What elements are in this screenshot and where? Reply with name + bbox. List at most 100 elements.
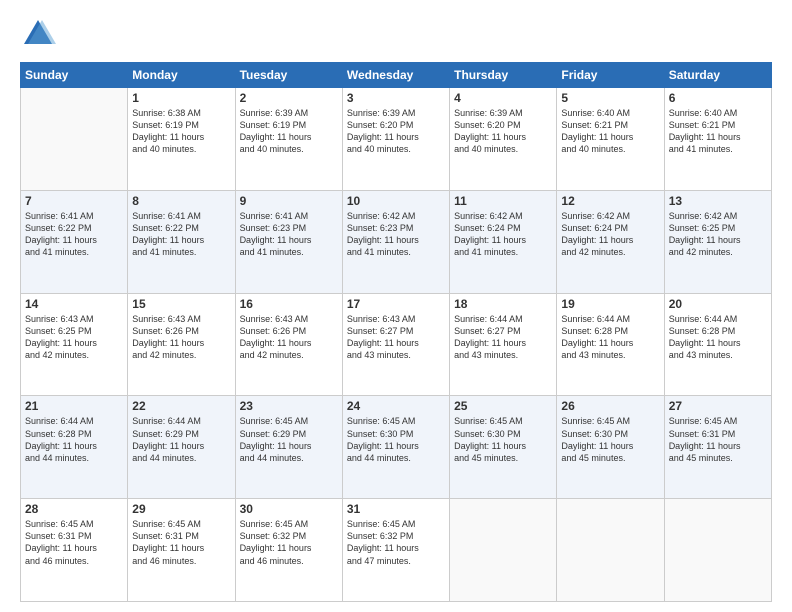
cell-info: Sunrise: 6:43 AMSunset: 6:26 PMDaylight:… [240,313,338,362]
day-number: 5 [561,91,659,105]
calendar-cell: 31Sunrise: 6:45 AMSunset: 6:32 PMDayligh… [342,499,449,602]
day-number: 7 [25,194,123,208]
cell-info: Sunrise: 6:44 AMSunset: 6:27 PMDaylight:… [454,313,552,362]
cell-info: Sunrise: 6:43 AMSunset: 6:27 PMDaylight:… [347,313,445,362]
cell-info: Sunrise: 6:42 AMSunset: 6:23 PMDaylight:… [347,210,445,259]
calendar-cell [664,499,771,602]
calendar-cell: 18 Sunrise: 6:44 AMSunset: 6:27 PMDayligh… [450,293,557,396]
cell-info: Sunrise: 6:45 AMSunset: 6:31 PMDaylight:… [669,415,767,464]
day-number: 26 [561,399,659,413]
day-number: 27 [669,399,767,413]
weekday-header-saturday: Saturday [664,63,771,88]
cell-info: Sunrise: 6:43 AMSunset: 6:26 PMDaylight:… [132,313,230,362]
day-number: 1 [132,91,230,105]
calendar-table: SundayMondayTuesdayWednesdayThursdayFrid… [20,62,772,602]
calendar-cell: 13 Sunrise: 6:42 AMSunset: 6:25 PMDayligh… [664,190,771,293]
day-number: 21 [25,399,123,413]
calendar-cell: 1Sunrise: 6:38 AMSunset: 6:19 PMDaylight… [128,88,235,191]
weekday-header-sunday: Sunday [21,63,128,88]
cell-info: Sunrise: 6:45 AMSunset: 6:29 PMDaylight:… [240,415,338,464]
calendar-cell: 26 Sunrise: 6:45 AMSunset: 6:30 PMDayligh… [557,396,664,499]
day-number: 13 [669,194,767,208]
day-number: 29 [132,502,230,516]
calendar-cell: 15 Sunrise: 6:43 AMSunset: 6:26 PMDayligh… [128,293,235,396]
day-number: 4 [454,91,552,105]
calendar-cell: 14Sunrise: 6:43 AMSunset: 6:25 PMDayligh… [21,293,128,396]
day-number: 11 [454,194,552,208]
header [20,16,772,52]
calendar-cell: 10 Sunrise: 6:42 AMSunset: 6:23 PMDayligh… [342,190,449,293]
cell-info: Sunrise: 6:41 AMSunset: 6:22 PMDaylight:… [132,210,230,259]
calendar-week-row: 14Sunrise: 6:43 AMSunset: 6:25 PMDayligh… [21,293,772,396]
day-number: 22 [132,399,230,413]
calendar-cell: 21 Sunrise: 6:44 AMSunset: 6:28 PMDayligh… [21,396,128,499]
calendar-cell: 9Sunrise: 6:41 AMSunset: 6:23 PMDaylight… [235,190,342,293]
weekday-header-row: SundayMondayTuesdayWednesdayThursdayFrid… [21,63,772,88]
cell-info: Sunrise: 6:42 AMSunset: 6:24 PMDaylight:… [561,210,659,259]
cell-info: Sunrise: 6:45 AMSunset: 6:30 PMDaylight:… [454,415,552,464]
cell-info: Sunrise: 6:44 AMSunset: 6:28 PMDaylight:… [561,313,659,362]
day-number: 3 [347,91,445,105]
day-number: 20 [669,297,767,311]
day-number: 23 [240,399,338,413]
calendar-cell: 19 Sunrise: 6:44 AMSunset: 6:28 PMDayligh… [557,293,664,396]
day-number: 30 [240,502,338,516]
cell-info: Sunrise: 6:44 AMSunset: 6:28 PMDaylight:… [669,313,767,362]
day-number: 10 [347,194,445,208]
cell-info: Sunrise: 6:40 AMSunset: 6:21 PMDaylight:… [561,107,659,156]
calendar-week-row: 1Sunrise: 6:38 AMSunset: 6:19 PMDaylight… [21,88,772,191]
day-number: 25 [454,399,552,413]
cell-info: Sunrise: 6:45 AMSunset: 6:31 PMDaylight:… [25,518,123,567]
cell-info: Sunrise: 6:42 AMSunset: 6:24 PMDaylight:… [454,210,552,259]
calendar-cell: 3Sunrise: 6:39 AMSunset: 6:20 PMDaylight… [342,88,449,191]
weekday-header-friday: Friday [557,63,664,88]
calendar-cell: 5 Sunrise: 6:40 AMSunset: 6:21 PMDaylight… [557,88,664,191]
day-number: 9 [240,194,338,208]
cell-info: Sunrise: 6:43 AMSunset: 6:25 PMDaylight:… [25,313,123,362]
calendar-cell: 4Sunrise: 6:39 AMSunset: 6:20 PMDaylight… [450,88,557,191]
calendar-week-row: 21 Sunrise: 6:44 AMSunset: 6:28 PMDayligh… [21,396,772,499]
cell-info: Sunrise: 6:45 AMSunset: 6:30 PMDaylight:… [561,415,659,464]
weekday-header-thursday: Thursday [450,63,557,88]
day-number: 8 [132,194,230,208]
day-number: 12 [561,194,659,208]
cell-info: Sunrise: 6:41 AMSunset: 6:22 PMDaylight:… [25,210,123,259]
calendar-cell: 2 Sunrise: 6:39 AMSunset: 6:19 PMDaylight… [235,88,342,191]
calendar-cell: 25 Sunrise: 6:45 AMSunset: 6:30 PMDayligh… [450,396,557,499]
calendar-cell: 24 Sunrise: 6:45 AMSunset: 6:30 PMDayligh… [342,396,449,499]
calendar-cell: 29 Sunrise: 6:45 AMSunset: 6:31 PMDayligh… [128,499,235,602]
calendar-cell: 22Sunrise: 6:44 AMSunset: 6:29 PMDayligh… [128,396,235,499]
day-number: 2 [240,91,338,105]
day-number: 19 [561,297,659,311]
calendar-cell: 23 Sunrise: 6:45 AMSunset: 6:29 PMDayligh… [235,396,342,499]
calendar-cell: 27 Sunrise: 6:45 AMSunset: 6:31 PMDayligh… [664,396,771,499]
calendar-cell: 16 Sunrise: 6:43 AMSunset: 6:26 PMDayligh… [235,293,342,396]
calendar-cell [21,88,128,191]
cell-info: Sunrise: 6:45 AMSunset: 6:31 PMDaylight:… [132,518,230,567]
cell-info: Sunrise: 6:44 AMSunset: 6:28 PMDaylight:… [25,415,123,464]
day-number: 18 [454,297,552,311]
cell-info: Sunrise: 6:45 AMSunset: 6:30 PMDaylight:… [347,415,445,464]
cell-info: Sunrise: 6:40 AMSunset: 6:21 PMDaylight:… [669,107,767,156]
weekday-header-wednesday: Wednesday [342,63,449,88]
calendar-cell: 8 Sunrise: 6:41 AMSunset: 6:22 PMDaylight… [128,190,235,293]
day-number: 28 [25,502,123,516]
calendar-cell: 20 Sunrise: 6:44 AMSunset: 6:28 PMDayligh… [664,293,771,396]
cell-info: Sunrise: 6:39 AMSunset: 6:19 PMDaylight:… [240,107,338,156]
cell-info: Sunrise: 6:45 AMSunset: 6:32 PMDaylight:… [347,518,445,567]
calendar-cell: 11 Sunrise: 6:42 AMSunset: 6:24 PMDayligh… [450,190,557,293]
cell-info: Sunrise: 6:42 AMSunset: 6:25 PMDaylight:… [669,210,767,259]
day-number: 17 [347,297,445,311]
day-number: 15 [132,297,230,311]
day-number: 16 [240,297,338,311]
calendar-cell [557,499,664,602]
calendar-week-row: 7 Sunrise: 6:41 AMSunset: 6:22 PMDaylight… [21,190,772,293]
calendar-cell: 17 Sunrise: 6:43 AMSunset: 6:27 PMDayligh… [342,293,449,396]
weekday-header-monday: Monday [128,63,235,88]
page: SundayMondayTuesdayWednesdayThursdayFrid… [0,0,792,612]
day-number: 24 [347,399,445,413]
calendar-cell: 7 Sunrise: 6:41 AMSunset: 6:22 PMDaylight… [21,190,128,293]
day-number: 6 [669,91,767,105]
logo-icon [20,16,56,52]
weekday-header-tuesday: Tuesday [235,63,342,88]
